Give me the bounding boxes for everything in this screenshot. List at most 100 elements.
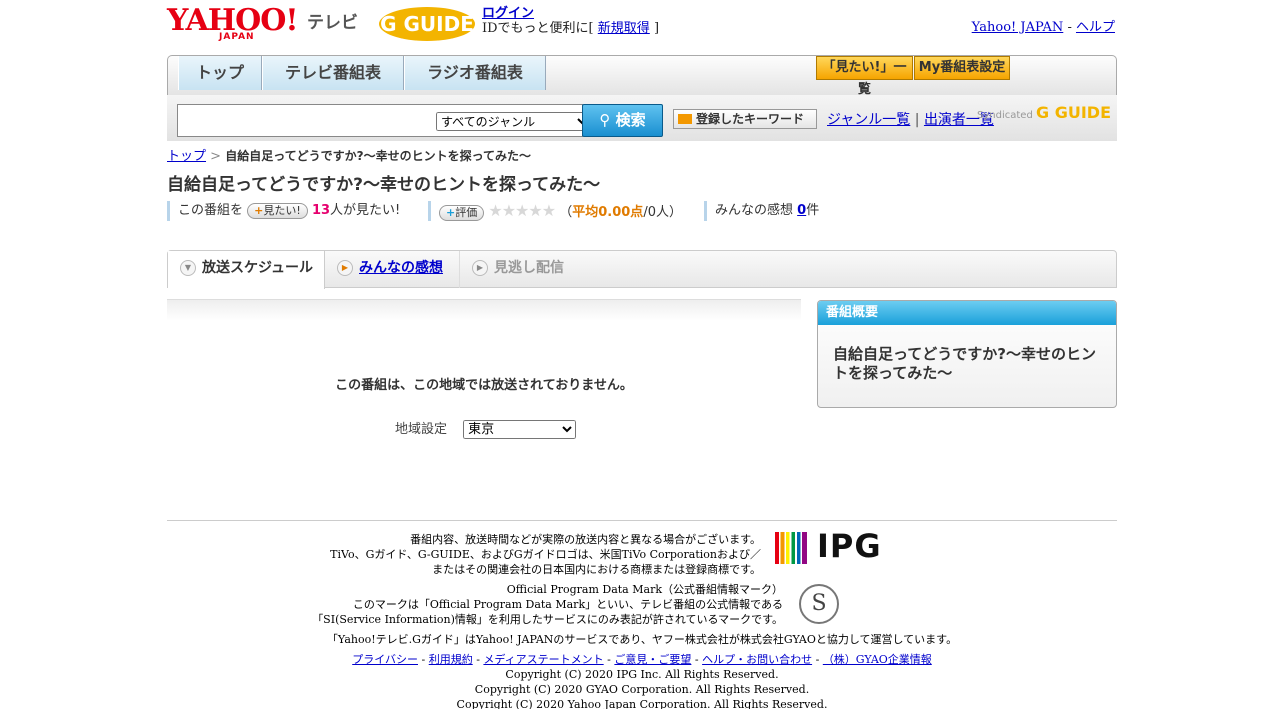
syndicated-gguide-text: G GUIDE [1036,103,1111,122]
footer-link-sep: - [421,653,426,666]
page-header: YAHOO! JAPAN テレビ G GUIDE ログイン IDでもっと便利に[… [167,0,1117,50]
breadcrumb: トップ > 自給自足ってどうですか?～幸せのヒントを探ってみた～ [167,145,1117,164]
search-icon: ⚲ [599,111,611,129]
my-schedule-settings-button[interactable]: My番組表設定 [914,56,1010,80]
official-data-mark-icon: S [799,584,839,624]
rating-stars: ★★★★★ [488,201,556,220]
breadcrumb-sep: > [210,149,222,164]
top-right-links: Yahoo! JAPAN - ヘルプ [972,16,1115,35]
nav-tab-radio-schedule[interactable]: ラジオ番組表 [404,56,546,90]
chevron-down-icon: ▼ [180,260,196,276]
search-bar: すべてのジャンル ⚲ 検索 登録したキーワード ジャンル一覧 | 出演者一覧 S… [167,95,1117,141]
gguide-logo[interactable]: G GUIDE [377,5,477,43]
gguide-logo-text: G GUIDE [380,12,474,36]
footer-link-sep: - [476,653,480,666]
want-suffix: 人が見たい! [330,203,401,218]
registered-keywords-label: 登録したキーワード [696,112,805,126]
feedback-link[interactable]: ご意見・ご要望 [614,653,691,666]
region-label: 地域設定 [395,422,448,437]
ipg-line-3: またはその関連会社の日本国内における商標または登録商標です。 [432,563,761,576]
want-list-button[interactable]: 「見たい!」一覧 [816,56,913,97]
ipg-logo-text: IPG [817,527,882,565]
plus-icon: + [446,205,456,219]
breadcrumb-home[interactable]: トップ [167,149,206,164]
yahoo-japan-logo[interactable]: YAHOO! JAPAN [167,6,303,43]
ipg-notice: 番組内容、放送時間などが実際の放送内容と異なる場合がございます。 TiVo、Gガ… [317,532,761,577]
program-meta: この番組を +見たい! 13人が見たい! +評価 ★★★★★ （平均0.00点/… [167,201,1117,221]
summary-title: 自給自足ってどうですか?～幸せのヒントを探ってみた～ [833,345,1096,382]
syndicated-label: Syndicated [977,110,1033,121]
rating-section: +評価 ★★★★★ （平均0.00点/0人） [428,201,682,221]
program-tabs: ▼ 放送スケジュール ▶ みんなの感想 ▶ 見逃し配信 [167,250,1117,289]
panel-shade [167,299,801,321]
mark-line-3: 「SI(Service Information)情報」を利用したサービスにのみ表… [312,613,783,626]
schedule-panel: この番組は、この地域では放送されておりません。 地域設定 東京 [167,299,801,459]
terms-link[interactable]: 利用規約 [429,653,473,666]
footer-link-sep: - [607,653,611,666]
mark-line-2: このマークは「Official Program Data Mark」といい、テレ… [352,598,783,611]
impressions-prefix: みんなの感想 [715,203,794,218]
copyright-ipg: Copyright (C) 2020 IPG Inc. All Rights R… [505,668,779,681]
login-link[interactable]: ログイン [482,6,534,21]
region-select[interactable]: 東京 [463,420,577,439]
nav-tab-top[interactable]: トップ [178,56,262,90]
copyright-yahoo: Copyright (C) 2020 Yahoo Japan Corporati… [456,698,828,709]
ipg-logo-bars [775,532,807,564]
nav-tab-tv-schedule[interactable]: テレビ番組表 [262,56,404,90]
play-icon: ▶ [472,260,488,276]
gyao-corporate-link[interactable]: （株）GYAO企業情報 [823,653,932,666]
service-notice: 「Yahoo!テレビ.Gガイド」はYahoo! JAPANのサービスであり、ヤフ… [326,633,958,646]
footer-links: プライバシー - 利用規約 - メディアステートメント - ご意見・ご要望 - … [167,652,1117,667]
avg-count: /0人） [643,205,682,220]
ipg-line-2: TiVo、Gガイド、G-GUIDE、およびGガイドロゴは、米国TiVo Corp… [330,548,761,561]
page-footer: 番組内容、放送時間などが実際の放送内容と異なる場合がございます。 TiVo、Gガ… [167,520,1117,709]
register-link[interactable]: 新規取得 [598,21,650,36]
ipg-logo: IPG [775,527,885,567]
search-links-sep: | [914,112,920,128]
genre-list-link[interactable]: ジャンル一覧 [827,112,910,128]
want-section: この番組を +見たい! 13人が見たい! [167,201,400,221]
want-prefix: この番組を [178,203,244,218]
rate-button[interactable]: +評価 [439,204,485,221]
tab-missed-label: 見逃し配信 [494,260,564,276]
play-icon: ▶ [337,260,353,276]
gguide-logo-icon: G GUIDE [379,7,475,41]
yahoo-japan-link[interactable]: Yahoo! JAPAN [972,20,1064,35]
tab-impressions-link[interactable]: みんなの感想 [359,260,443,276]
tab-schedule-label: 放送スケジュール [202,260,314,276]
registered-keywords-button[interactable]: 登録したキーワード [673,109,817,129]
login-area: ログイン IDでもっと便利に[ 新規取得 ] [482,6,659,36]
impressions-count-link[interactable]: 0 [797,203,806,218]
help-contact-link[interactable]: ヘルプ・お問い合わせ [702,653,812,666]
copyright-gyao: Copyright (C) 2020 GYAO Corporation. All… [474,683,810,696]
rate-button-label: 評価 [455,205,478,219]
help-link[interactable]: ヘルプ [1076,20,1115,35]
search-button-label: 検索 [615,111,646,129]
ipg-line-1: 番組内容、放送時間などが実際の放送内容と異なる場合がございます。 [410,533,761,546]
page-title: 自給自足ってどうですか?～幸せのヒントを探ってみた～ [167,175,601,195]
want-button-label: 見たい! [263,203,301,217]
search-button[interactable]: ⚲ 検索 [582,104,663,137]
privacy-link[interactable]: プライバシー [352,653,418,666]
tab-impressions[interactable]: ▶ みんなの感想 [325,251,459,288]
avg-open: （ [559,205,573,220]
search-input[interactable]: すべてのジャンル [177,104,591,137]
search-links: ジャンル一覧 | 出演者一覧 [827,109,994,129]
tab-missed: ▶ 見逃し配信 [459,251,589,288]
mark-line-1: Official Program Data Mark（公式番組情報マーク） [506,583,783,596]
impressions-suffix: 件 [806,203,820,218]
summary-header: 番組概要 [818,301,1116,325]
plus-icon: + [254,203,264,217]
yahoo-logo-japan: JAPAN [219,32,255,42]
want-count: 13 [311,203,331,218]
media-statement-link[interactable]: メディアステートメント [483,653,603,666]
tab-schedule[interactable]: ▼ 放送スケジュール [168,251,325,289]
login-desc-suffix: ] [653,21,660,36]
want-button[interactable]: +見たい! [247,202,308,219]
program-summary-box: 番組概要 自給自足ってどうですか?～幸せのヒントを探ってみた～ [817,300,1117,408]
header-dash: - [1067,20,1072,35]
main-nav: トップ テレビ番組表 ラジオ番組表 「見たい!」一覧 My番組表設定 [167,55,1117,100]
genre-select[interactable]: すべてのジャンル [436,112,591,131]
not-broadcast-notice: この番組は、この地域では放送されておりません。 [335,378,633,393]
breadcrumb-current: 自給自足ってどうですか?～幸せのヒントを探ってみた～ [225,149,531,163]
